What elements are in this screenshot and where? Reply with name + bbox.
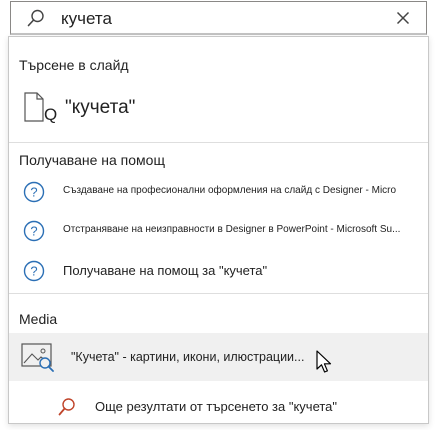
search-icon: [57, 397, 77, 422]
help-item-label: Отстраняване на неизправности в Designer…: [63, 224, 401, 235]
svg-text:Q: Q: [44, 105, 57, 124]
media-result-label: "Кучета" - картини, икони, илюстрации...: [71, 350, 305, 364]
help-item-get-help[interactable]: ? Получаване на помощ за "кучета": [23, 260, 418, 284]
help-item-designer-layouts[interactable]: ? Създаване на професионални оформления …: [23, 181, 418, 205]
svg-text:?: ?: [30, 224, 37, 239]
section-title-help: Получаване на помощ: [19, 152, 165, 168]
close-icon[interactable]: [396, 11, 410, 30]
media-result[interactable]: "Кучета" - картини, икони, илюстрации...: [9, 333, 428, 381]
help-item-designer-troubleshoot[interactable]: ? Отстраняване на неизправности в Design…: [23, 220, 418, 244]
svg-text:?: ?: [30, 185, 37, 200]
more-results-link[interactable]: Още резултати от търсенето за "кучета": [9, 391, 428, 421]
svg-text:?: ?: [30, 264, 37, 279]
help-question-icon: ?: [23, 181, 45, 208]
search-input[interactable]: кучета: [61, 9, 112, 29]
search-box[interactable]: кучета: [10, 1, 427, 35]
help-item-label: Получаване на помощ за "кучета": [63, 263, 268, 278]
search-icon: [26, 8, 46, 33]
search-results-panel: Търсене в слайд Q "кучета" Получаване на…: [8, 36, 429, 424]
document-search-icon: Q: [21, 91, 63, 130]
section-title-slide-search: Търсене в слайд: [19, 57, 129, 73]
more-results-label: Още резултати от търсенето за "кучета": [95, 399, 338, 414]
divider: [9, 293, 428, 294]
help-question-icon: ?: [23, 220, 45, 247]
divider: [9, 142, 428, 143]
section-title-media: Media: [19, 311, 58, 327]
help-item-label: Създаване на професионални оформления на…: [63, 185, 397, 196]
image-search-icon: [21, 342, 55, 377]
mouse-cursor-icon: [316, 350, 334, 379]
slide-search-label: "кучета": [65, 97, 136, 118]
help-question-icon: ?: [23, 260, 45, 287]
